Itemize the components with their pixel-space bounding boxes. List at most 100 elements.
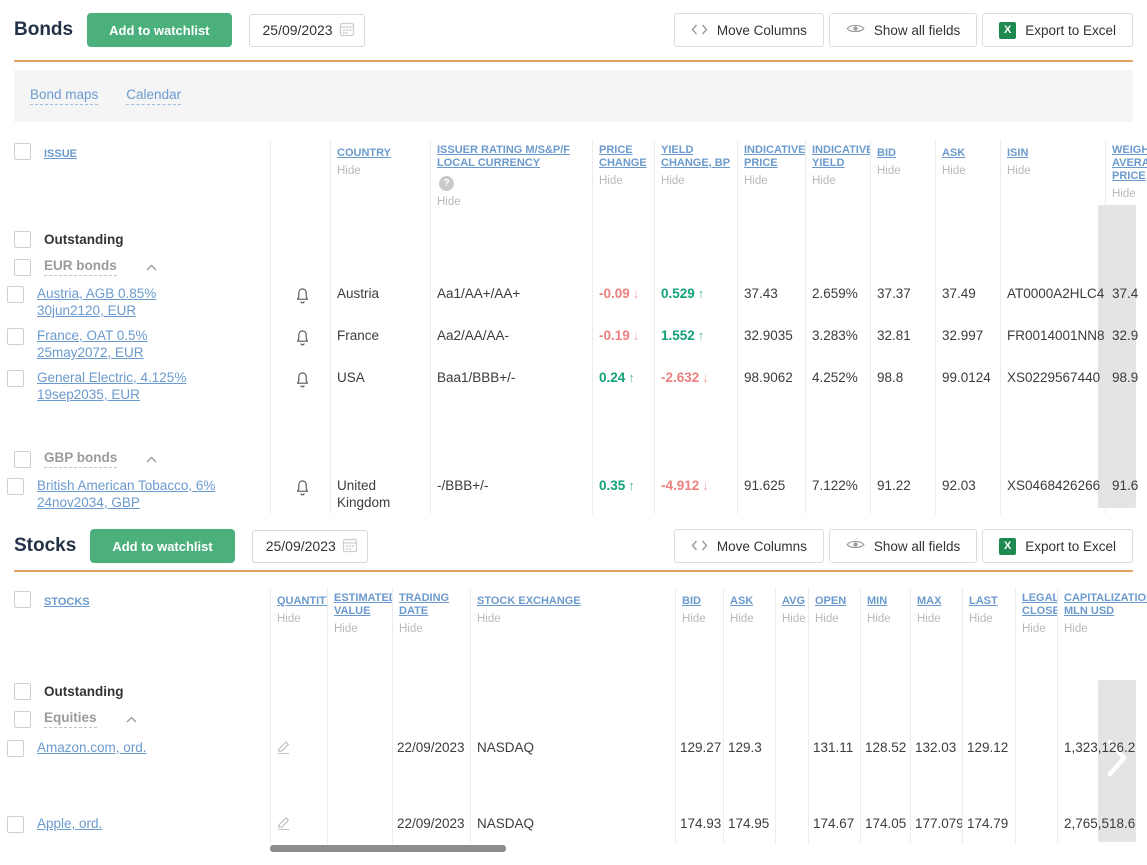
bonds-date-picker[interactable]: 25/09/2023: [249, 14, 365, 47]
bell-icon[interactable]: [294, 286, 311, 310]
group-checkbox[interactable]: [14, 231, 31, 248]
hide-stock-exchange[interactable]: Hide: [477, 613, 672, 625]
hide-isin[interactable]: Hide: [1007, 165, 1102, 177]
col-ask[interactable]: ASK: [730, 595, 753, 608]
col-issue[interactable]: ISSUE: [44, 148, 77, 161]
col-estimated-value[interactable]: ESTIMATED VALUE: [334, 592, 392, 618]
bond-issue-link[interactable]: British American Tobacco, 6% 24nov2034, …: [37, 477, 219, 511]
legal-close-cell: [1015, 736, 1057, 739]
col-bid[interactable]: BID: [877, 147, 896, 160]
hide-quantity[interactable]: Hide: [277, 613, 324, 625]
calendar-icon[interactable]: [339, 21, 355, 40]
row-checkbox[interactable]: [7, 740, 24, 757]
hide-indicative-price[interactable]: Hide: [744, 175, 802, 187]
col-capitalization[interactable]: CAPITALIZATION, MLN USD: [1064, 592, 1147, 618]
row-checkbox[interactable]: [7, 286, 24, 303]
col-trading-date[interactable]: TRADING DATE: [399, 592, 467, 618]
export-to-excel-button[interactable]: X Export to Excel: [982, 529, 1133, 563]
col-stocks[interactable]: STOCKS: [44, 596, 90, 609]
col-indicative-yield[interactable]: INDICATIVE YIELD: [812, 144, 870, 170]
bonds-add-to-watchlist-button[interactable]: Add to watchlist: [87, 13, 231, 47]
hide-capitalization[interactable]: Hide: [1064, 623, 1144, 635]
col-weighted-avg-price[interactable]: WEIGHTED AVERAGE PRICE: [1112, 144, 1147, 183]
hide-max[interactable]: Hide: [917, 613, 959, 625]
group-checkbox[interactable]: [14, 451, 31, 468]
row-checkbox[interactable]: [7, 478, 24, 495]
calendar-icon[interactable]: [342, 537, 358, 556]
edit-quantity-icon[interactable]: [275, 820, 292, 835]
hide-estimated-value[interactable]: Hide: [334, 623, 389, 635]
stocks-add-to-watchlist-button[interactable]: Add to watchlist: [90, 529, 234, 563]
show-all-fields-button[interactable]: Show all fields: [829, 529, 977, 563]
up-arrow-icon: ↑: [628, 370, 635, 385]
hide-bid[interactable]: Hide: [682, 613, 720, 625]
hide-trading-date[interactable]: Hide: [399, 623, 467, 635]
row-checkbox[interactable]: [7, 816, 24, 833]
stocks-date-picker[interactable]: 25/09/2023: [252, 530, 368, 563]
row-checkbox[interactable]: [7, 328, 24, 345]
bell-icon[interactable]: [294, 478, 311, 502]
col-avg[interactable]: AVG: [782, 595, 805, 608]
hide-ask[interactable]: Hide: [942, 165, 997, 177]
tab-bond-maps[interactable]: Bond maps: [30, 87, 98, 105]
bond-issue-link[interactable]: Austria, AGB 0.85% 30jun2120, EUR: [37, 285, 219, 319]
hide-bid[interactable]: Hide: [877, 165, 932, 177]
estimated-value-cell: [327, 812, 392, 815]
eye-icon: [846, 538, 865, 554]
col-last[interactable]: LAST: [969, 595, 998, 608]
tab-calendar[interactable]: Calendar: [126, 87, 181, 105]
hide-price-change[interactable]: Hide: [599, 175, 651, 187]
col-open[interactable]: OPEN: [815, 595, 846, 608]
export-to-excel-button[interactable]: X Export to Excel: [982, 13, 1133, 47]
hide-yield-change[interactable]: Hide: [661, 175, 734, 187]
col-country[interactable]: COUNTRY: [337, 147, 391, 160]
collapse-icon[interactable]: [146, 456, 157, 463]
indicative-yield-cell: 4.252%: [805, 366, 870, 386]
hide-country[interactable]: Hide: [337, 165, 427, 177]
col-legal-close[interactable]: LEGAL CLOSE: [1022, 592, 1057, 618]
collapse-icon[interactable]: [146, 264, 157, 271]
hide-last[interactable]: Hide: [969, 613, 1012, 625]
horizontal-scrollbar-thumb[interactable]: [270, 845, 506, 852]
question-icon[interactable]: ?: [439, 176, 454, 191]
hide-indicative-yield[interactable]: Hide: [812, 175, 867, 187]
group-checkbox[interactable]: [14, 711, 31, 728]
indicative-yield-cell: 2.659%: [805, 282, 870, 302]
stock-link[interactable]: Apple, ord.: [37, 815, 102, 832]
col-bid[interactable]: BID: [682, 595, 701, 608]
stock-link[interactable]: Amazon.com, ord.: [37, 739, 147, 756]
select-all-bonds-checkbox[interactable]: [14, 143, 31, 160]
collapse-icon[interactable]: [126, 716, 137, 723]
group-checkbox[interactable]: [14, 259, 31, 276]
hide-open[interactable]: Hide: [815, 613, 857, 625]
bond-issue-link[interactable]: General Electric, 4.125% 19sep2035, EUR: [37, 369, 219, 403]
group-checkbox[interactable]: [14, 683, 31, 700]
hide-rating[interactable]: Hide: [437, 196, 589, 208]
row-checkbox[interactable]: [7, 370, 24, 387]
hide-avg[interactable]: Hide: [782, 613, 805, 625]
col-yield-change[interactable]: YIELD CHANGE, BP: [661, 144, 734, 170]
col-quantity[interactable]: QUANTITY: [277, 595, 327, 608]
yield-change-cell: 0.529↑: [654, 282, 737, 302]
hide-wavg[interactable]: Hide: [1112, 188, 1144, 200]
col-isin[interactable]: ISIN: [1007, 147, 1028, 160]
down-arrow-icon: ↓: [633, 328, 640, 343]
col-ask[interactable]: ASK: [942, 147, 965, 160]
bell-icon[interactable]: [294, 328, 311, 352]
col-issuer-rating[interactable]: ISSUER RATING M/S&P/F LOCAL CURRENCY: [437, 144, 589, 170]
bell-icon[interactable]: [294, 370, 311, 394]
col-stock-exchange[interactable]: STOCK EXCHANGE: [477, 595, 581, 608]
col-price-change[interactable]: PRICE CHANGE: [599, 144, 651, 170]
hide-legal-close[interactable]: Hide: [1022, 623, 1054, 635]
edit-quantity-icon[interactable]: [275, 744, 292, 759]
col-max[interactable]: MAX: [917, 595, 941, 608]
bond-issue-link[interactable]: France, OAT 0.5% 25may2072, EUR: [37, 327, 219, 361]
move-columns-button[interactable]: Move Columns: [674, 13, 824, 47]
hide-min[interactable]: Hide: [867, 613, 907, 625]
col-min[interactable]: MIN: [867, 595, 887, 608]
move-columns-button[interactable]: Move Columns: [674, 529, 824, 563]
col-indicative-price[interactable]: INDICATIVE PRICE: [744, 144, 805, 170]
select-all-stocks-checkbox[interactable]: [14, 591, 31, 608]
show-all-fields-button[interactable]: Show all fields: [829, 13, 977, 47]
hide-ask[interactable]: Hide: [730, 613, 772, 625]
